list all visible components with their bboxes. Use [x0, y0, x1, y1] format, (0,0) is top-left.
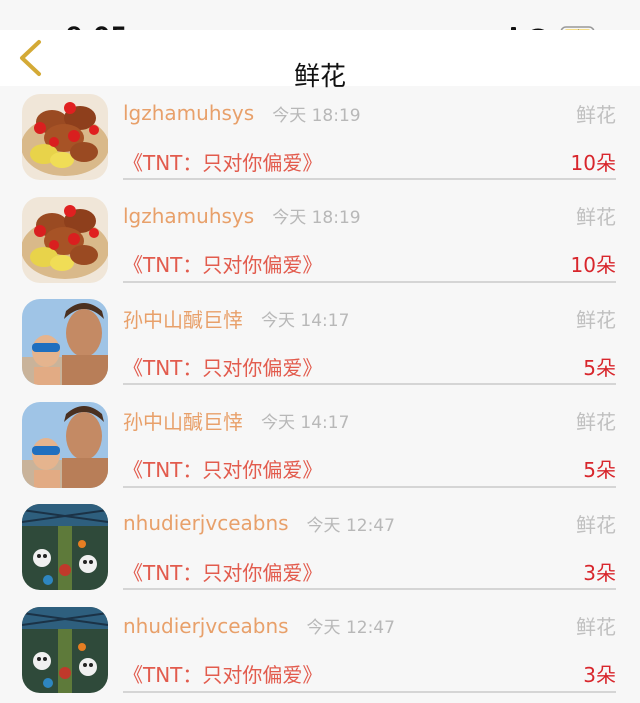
people-avatar[interactable] — [22, 401, 108, 488]
work-title[interactable]: 《TNT：只对你偏爱》 — [123, 147, 322, 176]
gift-category: 鲜花 — [576, 410, 616, 434]
work-title[interactable]: 《TNT：只对你偏爱》 — [123, 249, 322, 278]
gift-count: 10朵 — [570, 253, 616, 277]
divider — [123, 280, 616, 283]
status-bar: 9:05 — [0, 0, 640, 50]
nav-bar: 鲜花 — [0, 30, 640, 92]
gift-count: 5朵 — [583, 355, 616, 380]
work-title[interactable]: 《TNT：只对你偏爱》 — [123, 557, 322, 586]
timestamp: 今天 12:47 — [306, 618, 395, 638]
gift-count: 3朵 — [583, 560, 616, 585]
gift-category: 鲜花 — [576, 615, 616, 639]
timestamp: 今天 18:19 — [272, 105, 361, 126]
username[interactable]: lgzhamuhsys — [123, 101, 254, 125]
gift-category: 鲜花 — [576, 307, 616, 332]
divider — [123, 588, 616, 590]
gift-count: 5朵 — [583, 458, 616, 482]
timestamp: 今天 12:47 — [306, 515, 395, 536]
gift-count: 10朵 — [570, 150, 616, 175]
username[interactable]: nhudierjvceabns — [123, 614, 289, 638]
timestamp: 今天 14:17 — [261, 413, 350, 433]
people-avatar[interactable] — [22, 299, 108, 385]
divider — [123, 383, 616, 385]
decorations-avatar[interactable] — [22, 504, 108, 590]
divider — [123, 178, 616, 180]
list-item[interactable]: 孙中山醎巨悻 今天 14:17 鲜花 《TNT：只对你偏爱》 5朵 — [0, 291, 640, 394]
username[interactable]: lgzhamuhsys — [123, 204, 254, 228]
list-item[interactable]: nhudierjvceabns 今天 12:47 鲜花 《TNT：只对你偏爱》 … — [0, 599, 640, 702]
username[interactable]: 孙中山醎巨悻 — [123, 304, 243, 333]
gift-count: 3朵 — [583, 663, 616, 687]
work-title[interactable]: 《TNT：只对你偏爱》 — [123, 352, 322, 381]
work-title[interactable]: 《TNT：只对你偏爱》 — [123, 659, 322, 688]
list-item[interactable]: lgzhamuhsys 今天 18:19 鲜花 《TNT：只对你偏爱》 10朵 — [0, 86, 640, 189]
food-avatar[interactable] — [22, 94, 108, 180]
food-avatar[interactable] — [22, 196, 108, 283]
gift-category: 鲜花 — [576, 102, 616, 127]
gift-record-list: lgzhamuhsys 今天 18:19 鲜花 《TNT：只对你偏爱》 10朵 — [0, 86, 640, 701]
divider — [123, 690, 616, 693]
divider — [123, 485, 616, 488]
timestamp: 今天 18:19 — [272, 208, 361, 228]
decorations-avatar[interactable] — [22, 606, 108, 693]
username[interactable]: 孙中山醎巨悻 — [123, 406, 243, 435]
list-item[interactable]: nhudierjvceabns 今天 12:47 鲜花 《TNT：只对你偏爱》 … — [0, 496, 640, 599]
timestamp: 今天 14:17 — [261, 310, 350, 331]
list-item[interactable]: lgzhamuhsys 今天 18:19 鲜花 《TNT：只对你偏爱》 10朵 — [0, 189, 640, 292]
work-title[interactable]: 《TNT：只对你偏爱》 — [123, 454, 322, 483]
gift-category: 鲜花 — [576, 205, 616, 229]
username[interactable]: nhudierjvceabns — [123, 511, 289, 535]
list-item[interactable]: 孙中山醎巨悻 今天 14:17 鲜花 《TNT：只对你偏爱》 5朵 — [0, 394, 640, 497]
gift-category: 鲜花 — [576, 512, 616, 537]
